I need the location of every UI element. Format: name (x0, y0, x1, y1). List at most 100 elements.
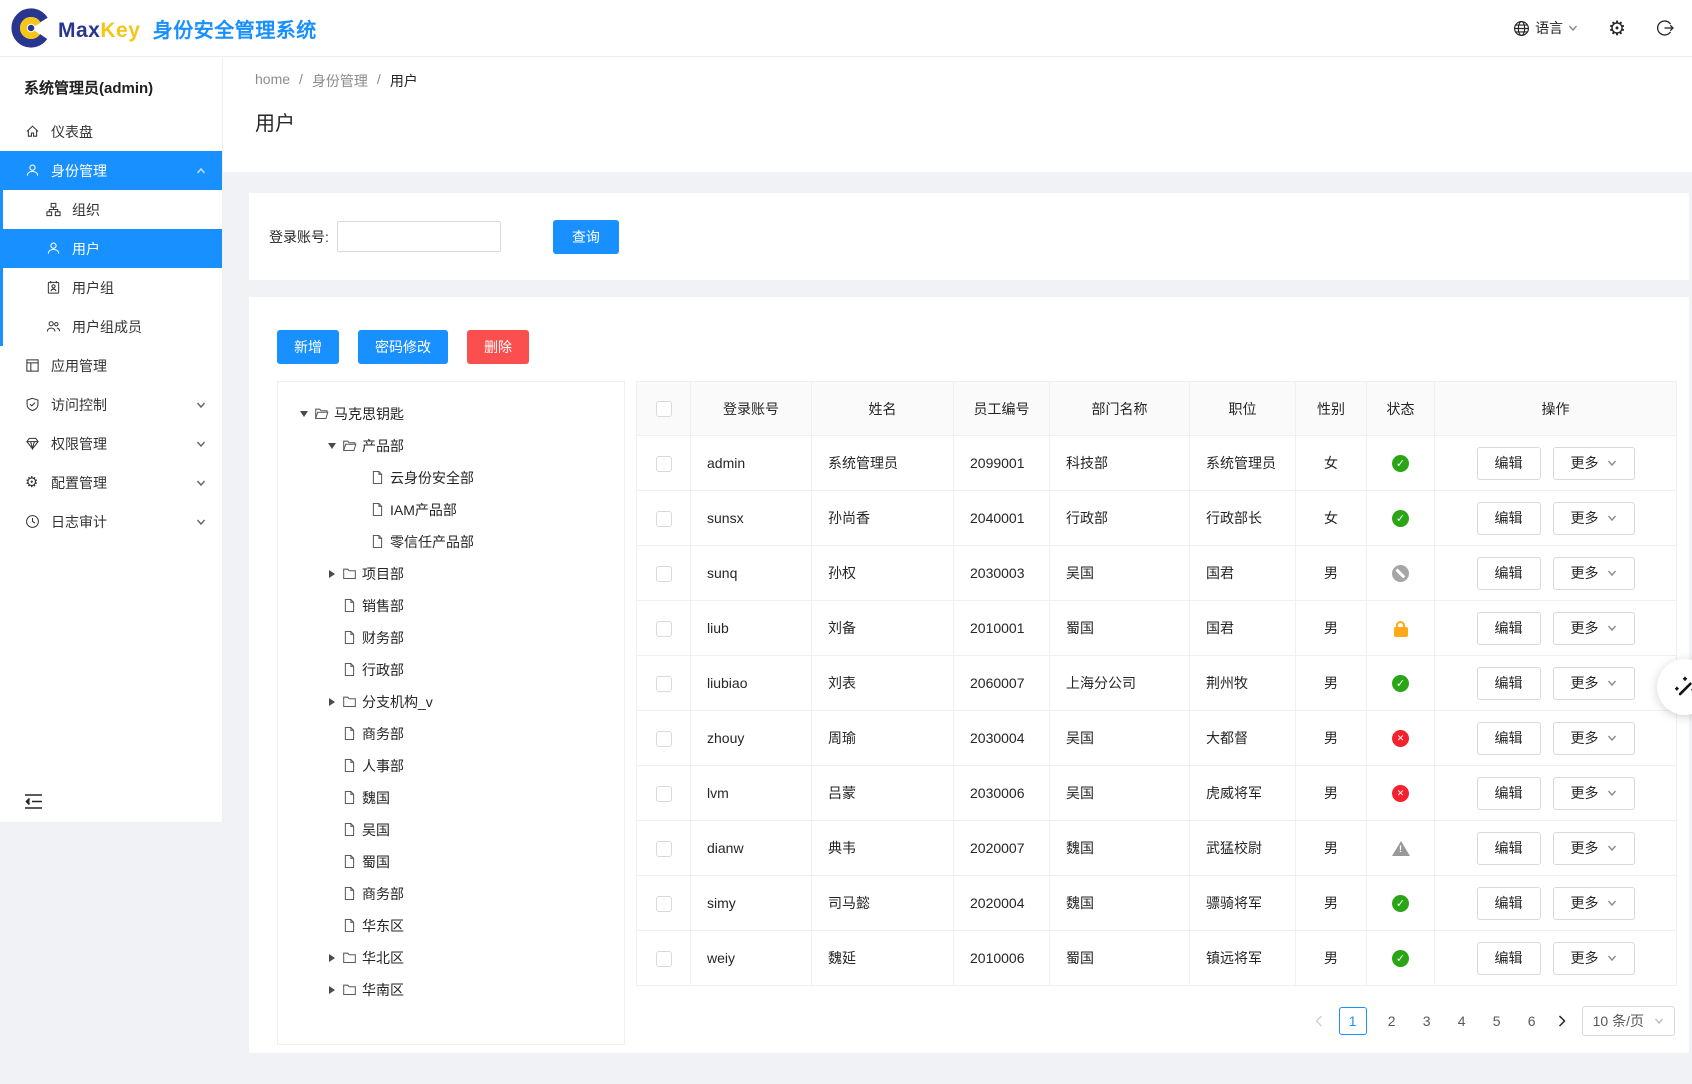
tree-node[interactable]: 云身份安全部 (282, 462, 620, 494)
breadcrumb-item[interactable]: 身份管理 (312, 71, 368, 91)
caret-right-icon[interactable] (322, 954, 342, 962)
page-size-select[interactable]: 10 条/页 (1582, 1006, 1675, 1036)
row-checkbox[interactable] (656, 511, 672, 527)
edit-button[interactable]: 编辑 (1477, 832, 1541, 865)
status-active-icon: ✓ (1392, 675, 1409, 692)
caret-right-icon[interactable] (322, 986, 342, 994)
tree-node[interactable]: 项目部 (282, 558, 620, 590)
permission-icon (25, 436, 40, 451)
more-button[interactable]: 更多 (1553, 777, 1635, 810)
tree-node[interactable]: 吴国 (282, 814, 620, 846)
login-account-input[interactable] (337, 221, 501, 252)
query-button[interactable]: 查询 (553, 220, 619, 254)
row-checkbox[interactable] (656, 841, 672, 857)
caret-right-icon[interactable] (322, 570, 342, 578)
caret-right-icon[interactable] (322, 698, 342, 706)
sidebar-item-audit[interactable]: 日志审计 (0, 502, 222, 541)
more-button[interactable]: 更多 (1553, 942, 1635, 975)
sidebar-item-group-members[interactable]: 用户组成员 (3, 307, 222, 346)
row-checkbox[interactable] (656, 786, 672, 802)
tree-node[interactable]: 产品部 (282, 430, 620, 462)
row-checkbox[interactable] (656, 951, 672, 967)
tree-node[interactable]: 华东区 (282, 910, 620, 942)
row-checkbox[interactable] (656, 896, 672, 912)
status-error-icon: ✕ (1392, 785, 1409, 802)
select-all-checkbox[interactable] (656, 401, 672, 417)
more-button[interactable]: 更多 (1553, 887, 1635, 920)
cell-status: ✓ (1367, 931, 1435, 986)
tree-node[interactable]: 销售部 (282, 590, 620, 622)
tree-node[interactable]: 马克思钥匙 (282, 398, 620, 430)
tree-node[interactable]: 商务部 (282, 718, 620, 750)
tree-node[interactable]: 财务部 (282, 622, 620, 654)
sidebar-item-identity[interactable]: 身份管理 (0, 151, 222, 190)
edit-button[interactable]: 编辑 (1477, 557, 1541, 590)
more-button[interactable]: 更多 (1553, 667, 1635, 700)
row-checkbox[interactable] (656, 676, 672, 692)
breadcrumb-item[interactable]: home (255, 71, 290, 91)
add-button[interactable]: 新增 (277, 330, 339, 364)
page-number[interactable]: 1 (1339, 1007, 1367, 1035)
tree-node[interactable]: 华南区 (282, 974, 620, 1006)
edit-button[interactable]: 编辑 (1477, 502, 1541, 535)
sidebar-item-user-groups[interactable]: 用户组 (3, 268, 222, 307)
file-icon (342, 598, 358, 614)
row-checkbox[interactable] (656, 566, 672, 582)
edit-button[interactable]: 编辑 (1477, 447, 1541, 480)
more-button[interactable]: 更多 (1553, 557, 1635, 590)
row-checkbox[interactable] (656, 621, 672, 637)
more-button[interactable]: 更多 (1553, 722, 1635, 755)
tree-node[interactable]: 商务部 (282, 878, 620, 910)
tree-node[interactable]: 分支机构_v (282, 686, 620, 718)
page-number[interactable]: 6 (1522, 1013, 1542, 1029)
previous-page-icon[interactable] (1314, 1015, 1324, 1027)
cell-name: 司马懿 (812, 876, 954, 931)
edit-button[interactable]: 编辑 (1477, 887, 1541, 920)
more-button[interactable]: 更多 (1553, 612, 1635, 645)
sidebar-item-configuration[interactable]: ⚙配置管理 (0, 463, 222, 502)
more-button[interactable]: 更多 (1553, 502, 1635, 535)
sidebar-item-apps[interactable]: 应用管理 (0, 346, 222, 385)
edit-button[interactable]: 编辑 (1477, 777, 1541, 810)
sidebar-item-permissions[interactable]: 权限管理 (0, 424, 222, 463)
tree-node[interactable]: 行政部 (282, 654, 620, 686)
tree-node[interactable]: 零信任产品部 (282, 526, 620, 558)
collapse-sidebar-icon[interactable] (24, 793, 43, 810)
row-checkbox[interactable] (656, 456, 672, 472)
tree-node[interactable]: 华北区 (282, 942, 620, 974)
page-number[interactable]: 2 (1382, 1013, 1402, 1029)
settings-gear-icon[interactable]: ⚙ (1608, 18, 1626, 38)
edit-button[interactable]: 编辑 (1477, 942, 1541, 975)
sidebar-item-users[interactable]: 用户 (3, 229, 222, 268)
tree-node[interactable]: IAM产品部 (282, 494, 620, 526)
edit-button[interactable]: 编辑 (1477, 612, 1541, 645)
tree-node[interactable]: 蜀国 (282, 846, 620, 878)
sidebar-item-access-control[interactable]: 访问控制 (0, 385, 222, 424)
column-header: 状态 (1367, 382, 1435, 436)
page-number[interactable]: 4 (1452, 1013, 1472, 1029)
caret-down-icon[interactable] (294, 411, 314, 417)
cell-status: ✓ (1367, 491, 1435, 546)
language-selector[interactable]: 语言 (1513, 18, 1578, 38)
logout-icon[interactable] (1656, 19, 1674, 37)
checkbox-cell (637, 876, 691, 931)
caret-down-icon[interactable] (322, 443, 342, 449)
row-checkbox[interactable] (656, 731, 672, 747)
org-tree: 马克思钥匙产品部云身份安全部IAM产品部零信任产品部项目部销售部财务部行政部分支… (277, 381, 625, 1045)
tree-node[interactable]: 人事部 (282, 750, 620, 782)
next-page-icon[interactable] (1557, 1015, 1567, 1027)
tree-node[interactable]: 魏国 (282, 782, 620, 814)
file-icon (342, 630, 358, 646)
more-button[interactable]: 更多 (1553, 447, 1635, 480)
page-number[interactable]: 3 (1417, 1013, 1437, 1029)
edit-button[interactable]: 编辑 (1477, 667, 1541, 700)
edit-button[interactable]: 编辑 (1477, 722, 1541, 755)
sidebar-item-organizations[interactable]: 组织 (3, 190, 222, 229)
more-button[interactable]: 更多 (1553, 832, 1635, 865)
delete-button[interactable]: 删除 (467, 330, 529, 364)
identity-icon (25, 163, 40, 178)
change-password-button[interactable]: 密码修改 (358, 330, 448, 364)
sidebar: 系统管理员(admin) 仪表盘身份管理组织用户用户组用户组成员应用管理访问控制… (0, 57, 223, 822)
page-number[interactable]: 5 (1487, 1013, 1507, 1029)
sidebar-item-dashboard[interactable]: 仪表盘 (0, 112, 222, 151)
